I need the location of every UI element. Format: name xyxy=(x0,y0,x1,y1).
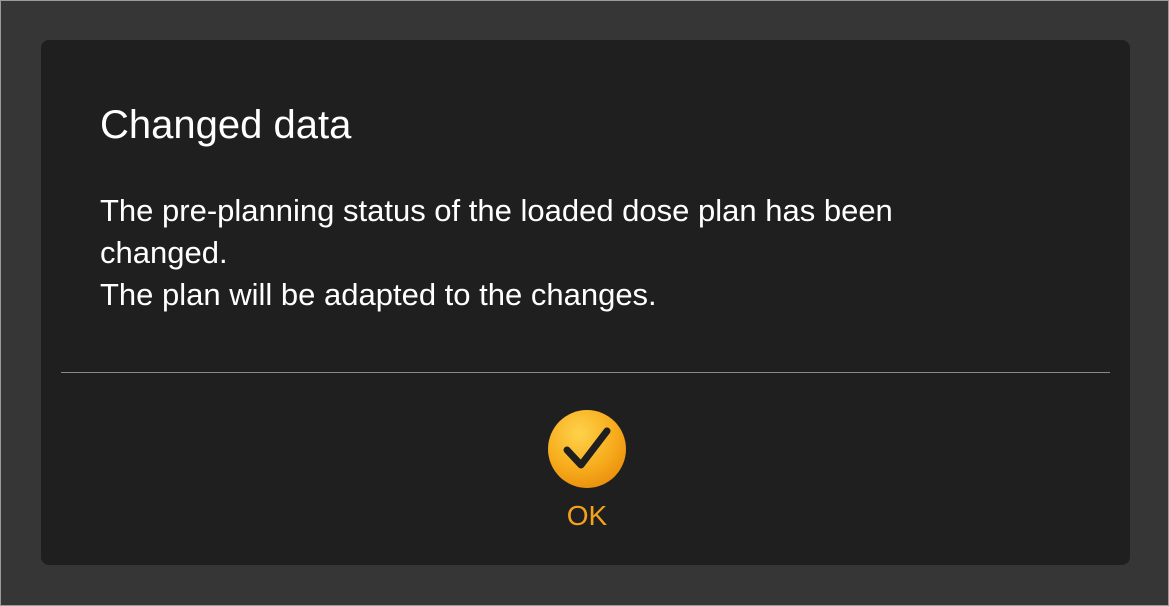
ok-button-label: OK xyxy=(566,500,608,531)
message-line: The plan will be adapted to the changes. xyxy=(100,277,657,312)
message-line: The pre-planning status of the loaded do… xyxy=(100,193,893,228)
dialog-divider xyxy=(61,372,1110,373)
dialog-message: The pre-planning status of the loaded do… xyxy=(100,190,1060,316)
changed-data-dialog: Changed data The pre-planning status of … xyxy=(41,40,1130,565)
message-line: changed. xyxy=(100,235,228,270)
screen-backdrop: Changed data The pre-planning status of … xyxy=(0,0,1169,606)
ok-button[interactable]: OK xyxy=(535,408,639,536)
checkmark-circle-icon xyxy=(548,410,626,488)
dialog-title: Changed data xyxy=(100,103,352,147)
